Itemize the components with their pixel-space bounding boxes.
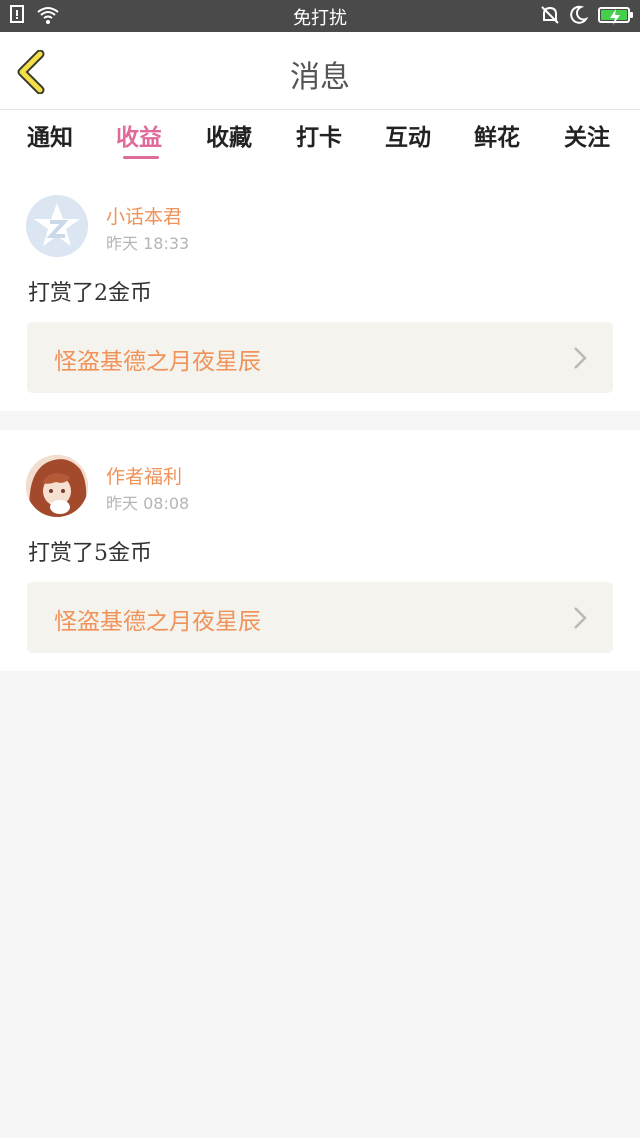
tab-favorites[interactable]: 收藏: [206, 118, 252, 152]
tab-interaction[interactable]: 互动: [385, 118, 431, 152]
username[interactable]: 小话本君: [106, 202, 182, 229]
avatar[interactable]: [26, 455, 88, 517]
tab-earnings[interactable]: 收益: [116, 118, 162, 152]
battery-icon: [598, 7, 633, 25]
tab-checkin[interactable]: 打卡: [296, 118, 342, 152]
star-logo-icon: [26, 195, 88, 257]
anime-avatar-icon: [26, 455, 88, 517]
list-item: 小话本君 昨天 18:33 打赏了2金币 怪盗基德之月夜星辰: [0, 161, 640, 411]
page-title: 消息: [290, 60, 350, 95]
tab-notifications[interactable]: 通知: [27, 118, 73, 152]
avatar[interactable]: [26, 195, 88, 257]
timestamp: 昨天 18:33: [106, 234, 190, 253]
timestamp: 昨天 08:08: [106, 494, 190, 513]
chevron-right-icon: [574, 347, 587, 369]
app-header: 消息: [0, 32, 640, 110]
message-text: 打赏了5金币: [28, 541, 152, 566]
book-title: 怪盗基德之月夜星辰: [54, 349, 261, 375]
book-link[interactable]: 怪盗基德之月夜星辰: [27, 322, 613, 393]
tab-following[interactable]: 关注: [564, 118, 610, 152]
book-link[interactable]: 怪盗基德之月夜星辰: [27, 582, 613, 653]
moon-icon: [570, 5, 588, 24]
username[interactable]: 作者福利: [106, 462, 182, 489]
bell-muted-icon: [541, 6, 559, 24]
status-bar: 免打扰: [0, 0, 640, 32]
tab-bar: 通知 收益 收藏 打卡 互动 鲜花 关注: [0, 110, 640, 162]
tab-active-indicator: [123, 156, 159, 159]
list-item: 作者福利 昨天 08:08 打赏了5金币 怪盗基德之月夜星辰: [0, 430, 640, 671]
tab-flowers[interactable]: 鲜花: [474, 118, 520, 152]
chevron-right-icon: [574, 607, 587, 629]
status-right: [540, 5, 633, 25]
message-text: 打赏了2金币: [28, 281, 152, 306]
book-title: 怪盗基德之月夜星辰: [54, 609, 261, 635]
